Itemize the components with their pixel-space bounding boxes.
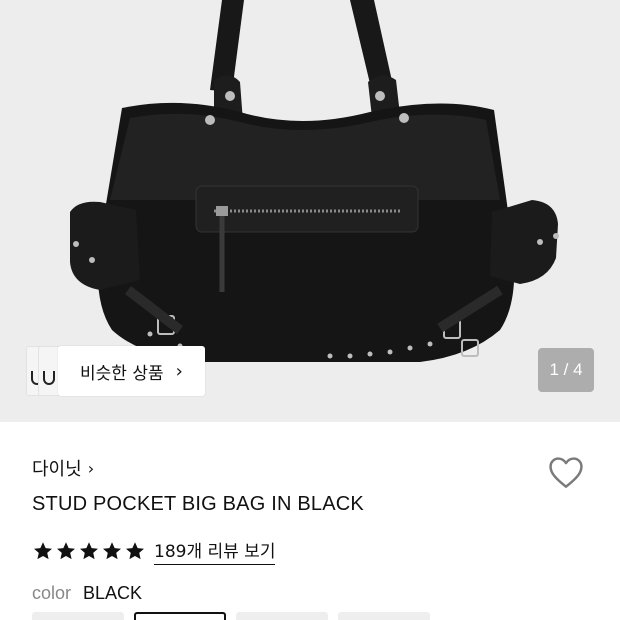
brand-link[interactable]: 다이닛 ›: [32, 455, 94, 481]
color-selection: color BLACK: [32, 583, 142, 604]
star-icon: [103, 542, 121, 560]
color-label: color: [32, 583, 72, 603]
similar-products-label: 비슷한 상품: [80, 363, 164, 384]
review-link[interactable]: 189개 리뷰 보기: [154, 537, 276, 565]
similar-products-button[interactable]: 비슷한 상품 ›: [58, 346, 205, 396]
star-icon: [57, 542, 75, 560]
color-swatch[interactable]: [236, 612, 328, 620]
brand-name: 다이닛: [32, 459, 82, 480]
color-swatch-selected[interactable]: [134, 612, 226, 620]
color-value: BLACK: [83, 583, 143, 603]
image-counter: 1 / 4: [538, 348, 594, 392]
product-title: STUD POCKET BIG BAG IN BLACK: [32, 493, 364, 515]
star-icon: [126, 542, 144, 560]
chevron-right-icon: ›: [87, 458, 95, 478]
rating-row: 189개 리뷰 보기: [32, 537, 276, 565]
color-swatch[interactable]: [338, 612, 430, 620]
color-swatches: [32, 612, 430, 620]
star-icon: [80, 542, 98, 560]
star-icon: [34, 542, 52, 560]
star-rating: [32, 540, 146, 562]
wishlist-button[interactable]: [546, 452, 586, 492]
heart-icon: [549, 457, 583, 488]
product-image-gallery[interactable]: 비슷한 상품 › 1 / 4: [0, 0, 620, 422]
chevron-right-icon: ›: [175, 360, 183, 382]
color-swatch[interactable]: [32, 612, 124, 620]
